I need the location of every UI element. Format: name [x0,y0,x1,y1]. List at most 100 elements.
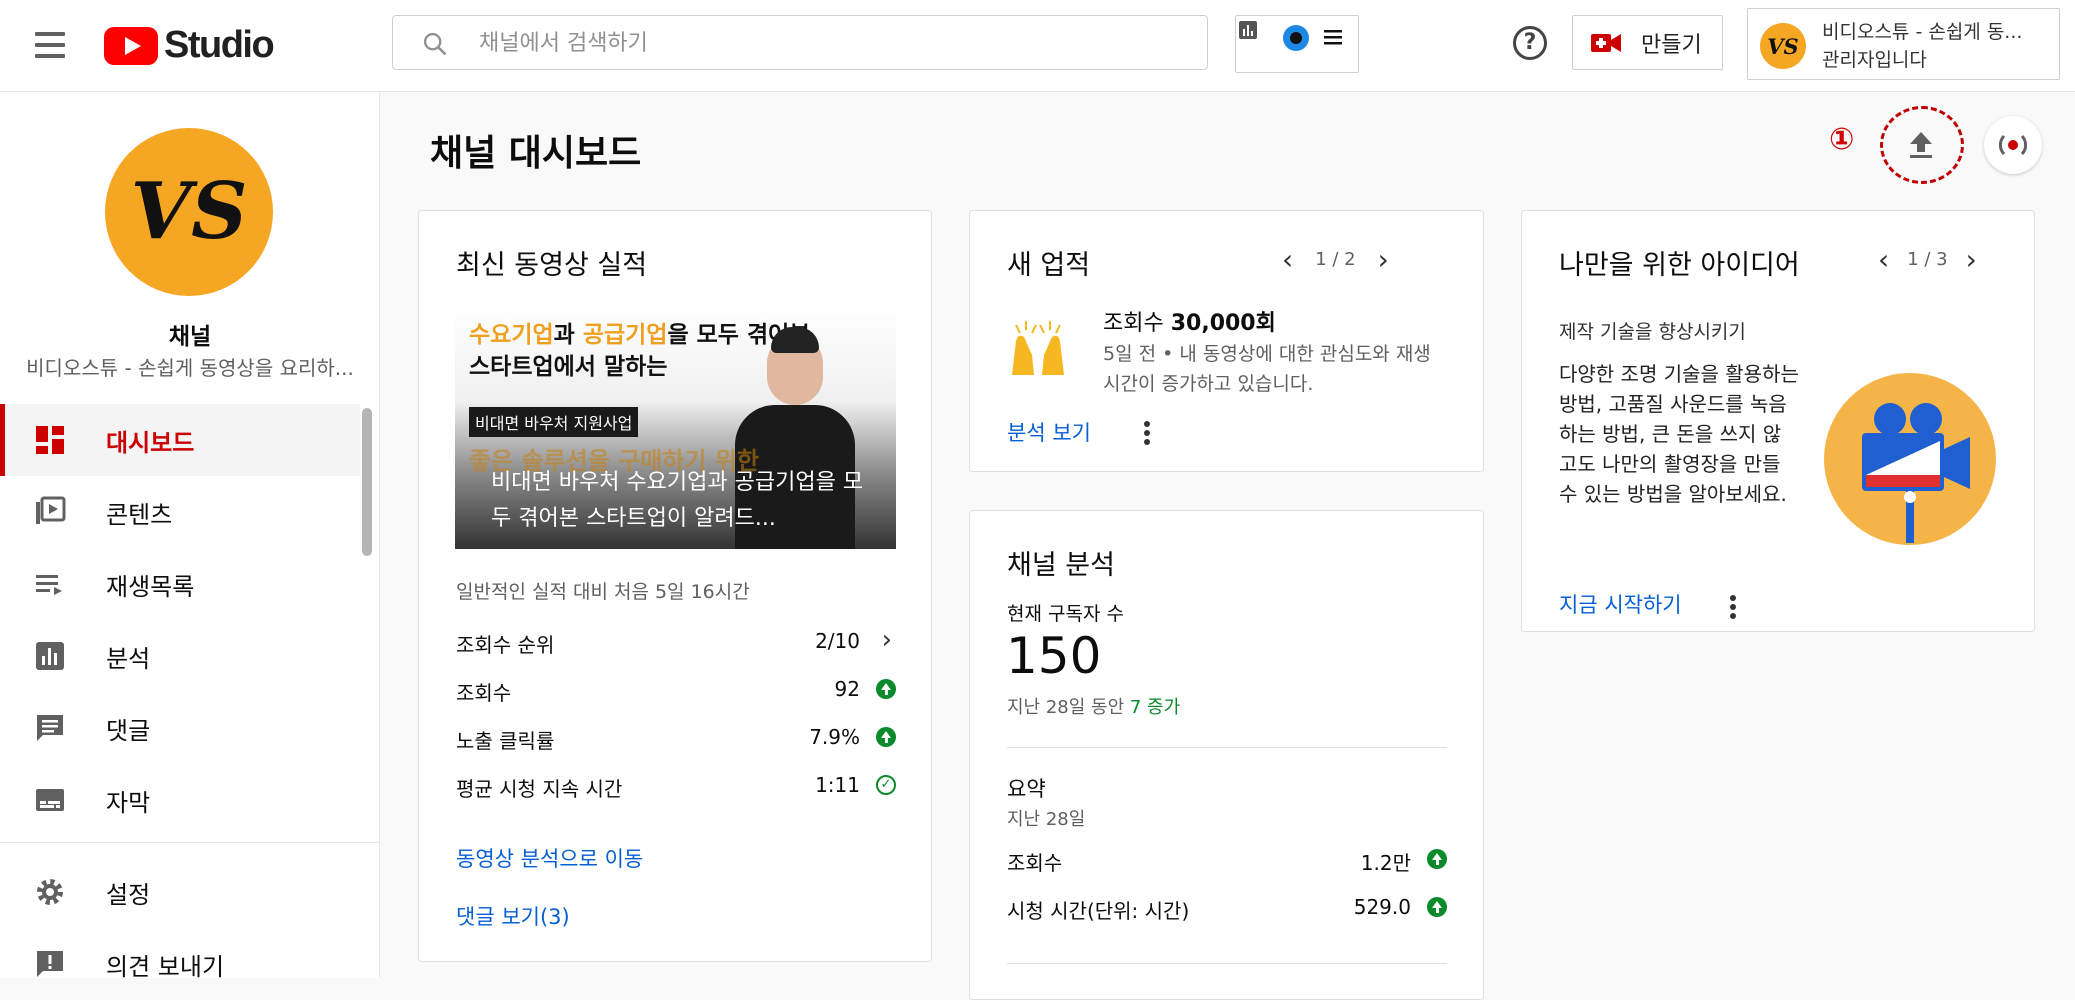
sidebar-item-settings[interactable]: 설정 [0,856,360,928]
view-analytics-link[interactable]: 분석 보기 [1007,417,1091,447]
sidebar-scrollbar[interactable] [362,408,372,556]
svg-text:VS: VS [131,166,248,257]
annotation-number: ① [1829,122,1855,157]
stat-value: 7.9% [809,725,860,749]
more-options-icon[interactable] [1144,421,1150,445]
account-role: 관리자입니다 [1822,49,1927,71]
summary-row-watch-time: 시청 시간(단위: 시간) 529.0 [1007,895,1447,925]
pager-text: 1 / 3 [1907,249,1948,270]
subscriber-change: 지난 28일 동안 7 증가 [1007,697,1181,718]
menu-icon[interactable] [32,30,68,60]
sidebar-item-comments[interactable]: 댓글 [0,692,360,764]
account-name: 비디오스튜 - 손쉽게 동... [1822,21,2023,43]
stat-value: 2/10 [815,629,860,653]
list-menu-icon[interactable] [1322,26,1344,48]
sidebar-divider [0,842,380,843]
stat-row-ctr: 노출 클릭률 7.9% [456,725,896,755]
youtube-play-icon [104,26,158,65]
chevron-left-icon[interactable]: ‹ [1878,245,1889,273]
stat-value: 529.0 [1353,895,1411,919]
subtitles-icon [36,789,64,811]
video-analytics-link[interactable]: 동영상 분석으로 이동 [456,843,643,873]
video-title[interactable]: 비대면 바우처 수요기업과 공급기업을 모두 겪어본 스타트업이 알려드... [491,465,881,537]
get-started-link[interactable]: 지금 시작하기 [1559,589,1682,619]
achievement-headline: 조회수 30,000회 [1103,311,1276,336]
arrow-up-icon [876,679,896,699]
account-switcher[interactable]: VS 비디오스튜 - 손쉽게 동... 관리자입니다 [1747,8,2060,80]
video-thumbnail[interactable]: 수요기업과 공급기업을 모두 겪어본 스타트업에서 말하는 비대면 바우처 지원… [455,303,896,549]
chevron-left-icon[interactable]: ‹ [1282,245,1293,273]
stat-value: 1.2만 [1360,851,1411,875]
youtube-studio-logo[interactable]: Studio [104,24,275,67]
sidebar-item-label: 설정 [106,880,151,909]
stat-value: 1:11 [815,773,860,797]
search-bar[interactable] [392,15,1208,70]
card-title: 나만을 위한 아이디어 [1559,250,1800,281]
bar-chart-icon[interactable] [1238,20,1258,40]
subscriber-label: 현재 구독자 수 [1007,603,1124,625]
thumbnail-headline-2: 스타트업에서 말하는 [469,354,668,380]
sidebar-item-label: 콘텐츠 [106,500,173,529]
arrow-up-icon [1427,849,1447,869]
stat-label: 시청 시간(단위: 시간) [1007,899,1190,923]
stat-row-avg-duration: 평균 시청 지속 시간 1:11 ✓ [456,773,896,803]
section-divider [1007,963,1447,964]
stat-label: 조회수 [456,681,512,705]
create-label: 만들기 [1641,32,1702,58]
arrow-up-icon [876,727,896,747]
card-title: 최신 동영상 실적 [456,250,648,281]
achievement-pager: ‹ 1 / 2 › [1260,245,1411,273]
extension-toolbar [1235,15,1359,73]
ideas-subtitle: 제작 기술을 향상시키기 [1559,321,1746,343]
search-input[interactable] [479,24,1179,62]
stat-value: 92 [834,677,860,701]
page-title: 채널 대시보드 [430,133,642,174]
channel-subtitle: 비디오스튜 - 손쉽게 동영상을 요리하... [26,356,354,380]
arrow-up-icon [1427,897,1447,917]
view-comments-link[interactable]: 댓글 보기(3) [456,901,570,931]
help-icon[interactable]: ? [1513,26,1547,60]
upload-icon[interactable] [1904,128,1938,162]
ideas-body: 다양한 조명 기술을 활용하는 방법, 고품질 사운드를 녹음하는 방법, 큰 … [1559,362,1799,506]
live-broadcast-icon [1998,134,2028,156]
sidebar-item-analytics[interactable]: 분석 [0,620,360,692]
achievement-description: 5일 전 • 내 동영상에 대한 관심도와 재생 시간이 증가하고 있습니다. [1103,343,1431,395]
channel-title: 채널 [168,324,212,350]
extension-badge-icon[interactable] [1282,24,1310,52]
playlist-icon [36,575,62,595]
channel-analytics-card: 채널 분석 현재 구독자 수 150 지난 28일 동안 7 증가 요약 지난 … [969,510,1484,1000]
new-achievement-card: 새 업적 ‹ 1 / 2 › 조회수 30,000회 5일 전 • 내 동영상에… [969,210,1484,472]
video-camera-illustration [1824,373,1996,545]
sidebar-item-dashboard[interactable]: 대시보드 [0,404,360,476]
channel-avatar[interactable]: VS [105,128,273,296]
ideas-pager: ‹ 1 / 3 › [1860,245,1995,273]
summary-title: 요약 [1007,777,1046,801]
card-title: 새 업적 [1007,250,1091,281]
summary-period: 지난 28일 [1007,809,1086,830]
stat-label: 조회수 [1007,851,1063,875]
stat-label: 평균 시청 지속 시간 [456,777,623,801]
more-options-icon[interactable] [1730,595,1736,619]
thumbnail-tag: 비대면 바우처 지원사업 [469,407,639,437]
top-header: Studio ? 만들기 VS 비디오스튜 - 손쉽게 동... 관리자입니다 [0,0,2075,92]
stat-row-view-rank[interactable]: 조회수 순위 2/10 › [456,625,896,659]
feedback-icon [37,951,63,977]
chevron-right-icon[interactable]: › [1966,245,1977,273]
comments-icon [37,715,63,741]
sidebar-item-subtitles[interactable]: 자막 [0,764,360,836]
sidebar-item-label: 댓글 [106,716,151,745]
logo-text: Studio [164,24,275,66]
chevron-right-icon[interactable]: › [1378,245,1389,273]
create-button[interactable]: 만들기 [1572,15,1723,70]
left-sidebar: VS 채널 비디오스튜 - 손쉽게 동영상을 요리하... 대시보드 콘텐츠 재… [0,92,380,981]
section-divider [1007,747,1447,748]
latest-video-card: 최신 동영상 실적 수요기업과 공급기업을 모두 겪어본 스타트업에서 말하는 … [418,210,932,962]
subscriber-count: 150 [1006,627,1102,685]
sidebar-item-playlists[interactable]: 재생목록 [0,548,360,620]
sidebar-item-feedback[interactable]: 의견 보내기 [0,928,360,1000]
settings-icon [37,879,63,905]
sidebar-item-label: 자막 [106,788,151,817]
sidebar-item-content[interactable]: 콘텐츠 [0,476,360,548]
sidebar-item-label: 의견 보내기 [106,952,225,981]
go-live-button[interactable] [1984,116,2042,174]
